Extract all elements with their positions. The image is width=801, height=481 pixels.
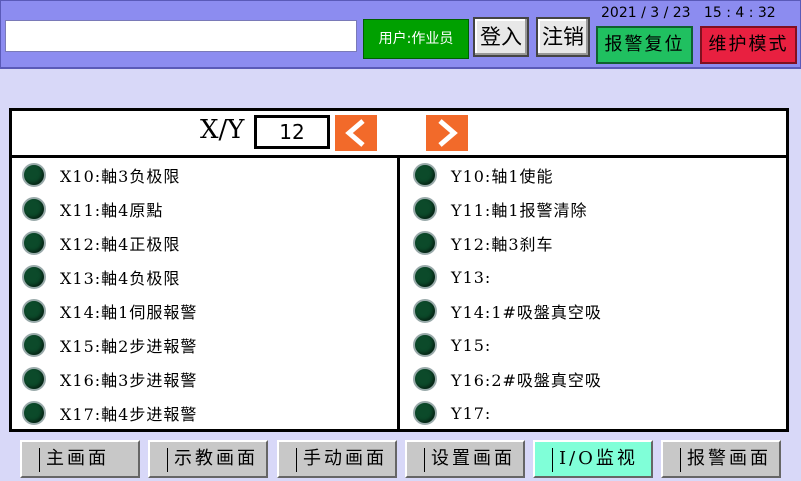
input-row: X17:軸4步进報警: [12, 396, 397, 430]
input-label: X17:軸4步进報警: [60, 405, 198, 424]
login-button[interactable]: 登入: [473, 17, 529, 57]
status-lamp-icon: [22, 367, 46, 391]
output-list: Y10:轴1使能 Y11:軸1报警清除 Y12:軸3刹车 Y13: Y14:1#吸盤真空…: [403, 158, 786, 429]
output-row: Y17:: [403, 396, 786, 430]
status-lamp-icon: [22, 197, 46, 221]
output-row: Y15:: [403, 328, 786, 362]
status-lamp-icon: [413, 367, 437, 391]
datetime-display: 2021 / 3 / 23 15 : 4 : 32: [601, 5, 776, 21]
input-label: X10:軸3负极限: [60, 167, 181, 186]
status-lamp-icon: [413, 299, 437, 323]
input-row: X11:軸4原點: [12, 192, 397, 226]
input-row: X12:軸4正极限: [12, 226, 397, 260]
nav-separator: [680, 448, 681, 472]
status-lamp-icon: [413, 401, 437, 425]
nav-tab-label: 手动画面: [303, 448, 387, 469]
nav-tab-1[interactable]: 示教画面: [148, 440, 268, 478]
nav-separator: [552, 448, 553, 472]
nav-separator: [424, 448, 425, 472]
xy-selector-row: X/Y 12: [12, 111, 786, 158]
chevron-left-icon: [345, 119, 365, 147]
output-label: Y11:軸1报警清除: [451, 201, 588, 220]
xy-label: X/Y: [200, 115, 245, 145]
nav-tab-label: 示教画面: [174, 448, 258, 469]
status-lamp-icon: [22, 265, 46, 289]
status-lamp-icon: [22, 163, 46, 187]
nav-tab-0[interactable]: 主画面: [20, 440, 140, 478]
chevron-right-icon: [438, 119, 458, 147]
status-lamp-icon: [413, 231, 437, 255]
nav-tab-4[interactable]: I/O监视: [533, 440, 653, 478]
nav-tab-label: I/O监视: [559, 448, 638, 469]
output-label: Y10:轴1使能: [451, 167, 554, 186]
nav-tab-2[interactable]: 手动画面: [277, 440, 397, 478]
nav-tab-label: 主画面: [46, 448, 109, 469]
message-field: [5, 20, 357, 52]
input-row: X16:軸3步进報警: [12, 362, 397, 396]
header-bar: 用户:作业员 登入 注销 2021 / 3 / 23 15 : 4 : 32 报…: [0, 0, 801, 69]
output-row: Y13:: [403, 260, 786, 294]
output-label: Y14:1#吸盤真空吸: [451, 303, 602, 322]
input-row: X10:軸3负极限: [12, 158, 397, 192]
bottom-nav: 主画面 示教画面 手动画面 设置画面 I/O监视 报警画面: [0, 436, 801, 481]
next-button[interactable]: [426, 115, 468, 151]
nav-separator: [167, 448, 168, 472]
input-label: X16:軸3步进報警: [60, 371, 198, 390]
output-row: Y11:軸1报警清除: [403, 192, 786, 226]
logout-button[interactable]: 注销: [536, 17, 590, 57]
output-row: Y14:1#吸盤真空吸: [403, 294, 786, 328]
nav-separator: [39, 448, 40, 472]
status-lamp-icon: [22, 231, 46, 255]
output-label: Y16:2#吸盤真空吸: [451, 371, 602, 390]
input-label: X15:軸2步进報警: [60, 337, 198, 356]
output-row: Y16:2#吸盤真空吸: [403, 362, 786, 396]
nav-tab-label: 报警画面: [687, 448, 771, 469]
output-label: Y12:軸3刹车: [451, 235, 554, 254]
alarm-reset-button[interactable]: 报警复位: [596, 26, 693, 64]
output-row: Y10:轴1使能: [403, 158, 786, 192]
status-lamp-icon: [413, 197, 437, 221]
prev-button[interactable]: [335, 115, 377, 151]
status-lamp-icon: [413, 163, 437, 187]
status-lamp-icon: [22, 333, 46, 357]
output-label: Y17:: [451, 403, 492, 423]
input-row: X15:軸2步进報警: [12, 328, 397, 362]
status-lamp-icon: [22, 299, 46, 323]
xy-index-input[interactable]: 12: [254, 115, 330, 149]
input-label: X12:軸4正极限: [60, 235, 181, 254]
nav-tab-label: 设置画面: [431, 448, 515, 469]
nav-separator: [296, 448, 297, 472]
input-label: X14:軸1伺服報警: [60, 303, 198, 322]
maintenance-mode-button[interactable]: 维护模式: [700, 26, 797, 64]
input-label: X11:軸4原點: [60, 201, 164, 220]
input-label: X13:軸4负极限: [60, 269, 181, 288]
input-row: X14:軸1伺服報警: [12, 294, 397, 328]
status-lamp-icon: [22, 401, 46, 425]
output-label: Y13:: [451, 267, 492, 287]
status-lamp-icon: [413, 265, 437, 289]
user-badge[interactable]: 用户:作业员: [363, 19, 469, 59]
output-label: Y15:: [451, 335, 492, 355]
input-row: X13:軸4负极限: [12, 260, 397, 294]
io-monitor-panel: X/Y 12 X10:軸3负极限 X11:軸4原點 X12:軸4正极限 X13:軸4负…: [9, 108, 789, 432]
output-row: Y12:軸3刹车: [403, 226, 786, 260]
input-list: X10:軸3负极限 X11:軸4原點 X12:軸4正极限 X13:軸4负极限 X14:軸…: [12, 158, 400, 429]
nav-tab-3[interactable]: 设置画面: [405, 440, 525, 478]
status-lamp-icon: [413, 333, 437, 357]
nav-tab-5[interactable]: 报警画面: [661, 440, 781, 478]
